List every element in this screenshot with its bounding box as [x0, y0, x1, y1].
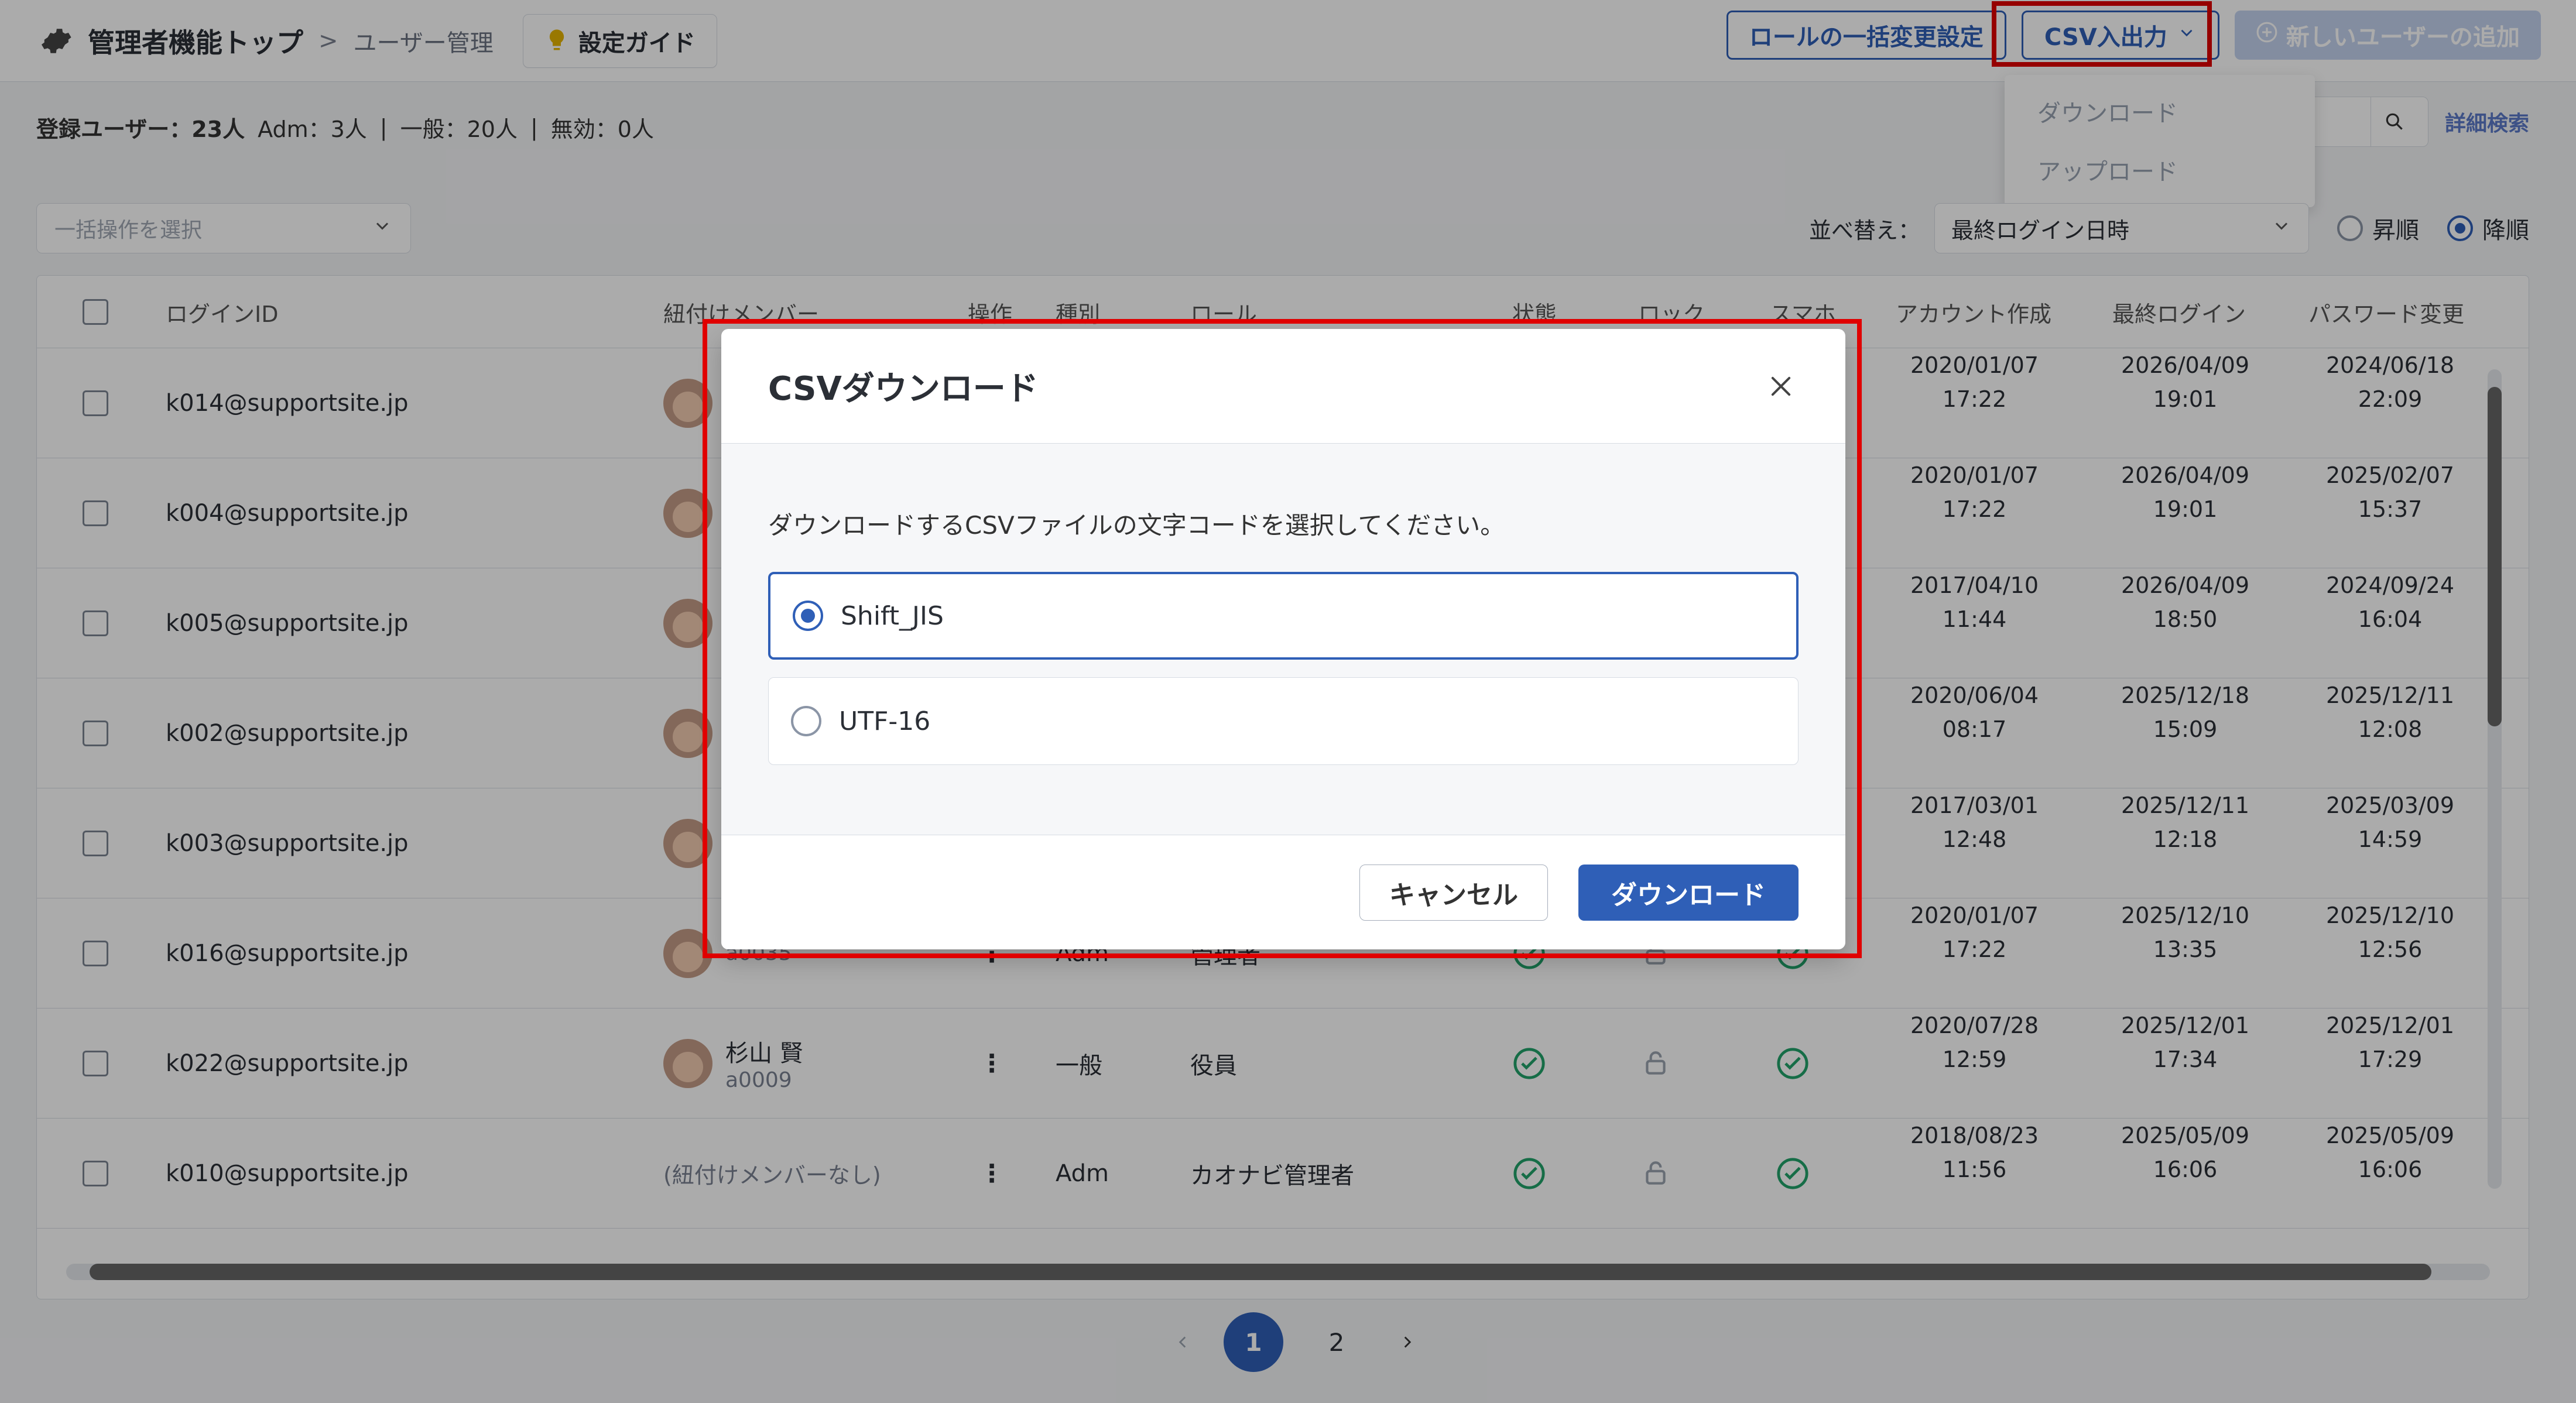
close-icon[interactable]	[1763, 369, 1799, 404]
encoding-label: UTF-16	[839, 706, 931, 736]
modal-description: ダウンロードするCSVファイルの文字コードを選択してください。	[768, 511, 1505, 540]
radio-icon	[793, 601, 823, 631]
encoding-option-utf16[interactable]: UTF-16	[768, 677, 1799, 765]
encoding-label: Shift_JIS	[841, 601, 944, 631]
modal-footer: キャンセル ダウンロード	[721, 835, 1845, 949]
modal-header: CSVダウンロード	[721, 329, 1845, 444]
modal-title: CSVダウンロード	[768, 370, 1039, 408]
modal-body: ダウンロードするCSVファイルの文字コードを選択してください。 Shift_JI…	[721, 444, 1845, 835]
encoding-option-shiftjis[interactable]: Shift_JIS	[768, 572, 1799, 660]
csv-download-modal: CSVダウンロード ダウンロードするCSVファイルの文字コードを選択してください…	[721, 329, 1845, 949]
cancel-button[interactable]: キャンセル	[1359, 864, 1548, 921]
download-button[interactable]: ダウンロード	[1578, 864, 1799, 921]
radio-icon	[791, 706, 821, 736]
